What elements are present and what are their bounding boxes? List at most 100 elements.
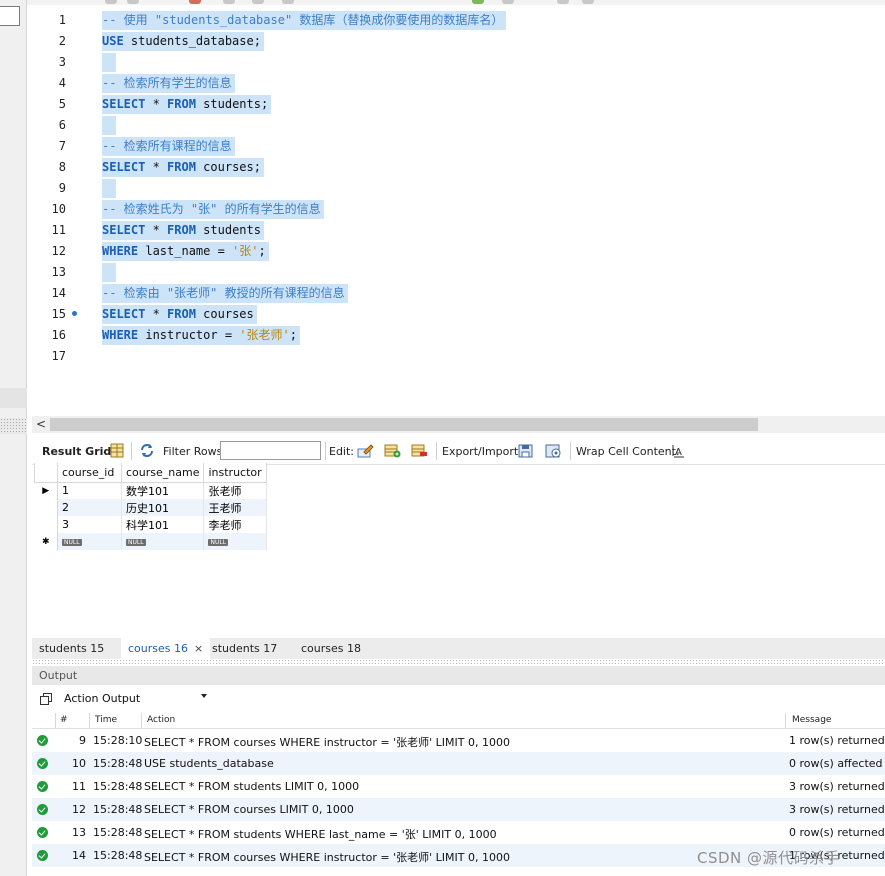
code-token: FROM [167, 307, 196, 321]
grid-cell[interactable]: 科学101 [121, 516, 205, 533]
filter-rows-input[interactable] [220, 441, 321, 460]
line-number: 7 [58, 139, 66, 153]
toolbar-icon[interactable] [252, 0, 264, 4]
null-badge: NULL [208, 538, 229, 546]
line-number: 8 [58, 160, 66, 174]
code-text: SELECT * FROM courses [102, 305, 257, 324]
success-check-icon [37, 781, 48, 792]
grid-cell[interactable]: NULL [121, 533, 205, 550]
code-line[interactable]: 9 [32, 177, 885, 198]
success-check-icon [37, 735, 48, 746]
sidebar-splitter[interactable] [0, 418, 27, 434]
toolbar-icon[interactable] [127, 0, 139, 4]
grid-cell[interactable]: 2 [57, 499, 122, 516]
toolbar-icon[interactable] [223, 0, 235, 4]
header-message[interactable]: Message [792, 715, 831, 725]
delete-row-icon[interactable] [410, 442, 428, 459]
scrollbar-thumb[interactable] [50, 418, 758, 431]
code-token: SELECT [102, 223, 146, 237]
code-line[interactable]: 10 -- 检索姓氏为 "张" 的所有学生的信息 [32, 198, 885, 219]
grid-cell[interactable]: 王老师 [203, 499, 268, 516]
code-token: -- 使用 "students_database" 数据库（替换成你要使用的数据… [102, 13, 504, 27]
column-header-instructor[interactable]: instructor [203, 463, 268, 483]
code-line[interactable]: 4 -- 检索所有学生的信息 [32, 72, 885, 93]
import-icon[interactable] [544, 442, 562, 459]
sidebar-band [0, 388, 27, 408]
output-row[interactable]: 13 15:28:48 SELECT * FROM students WHERE l… [32, 821, 885, 844]
grid-cell[interactable]: 3 [57, 516, 122, 533]
output-message: 0 row(s) affected [789, 757, 883, 770]
output-row[interactable]: 10 15:28:48 USE students_database 0 row(s) … [32, 752, 885, 775]
result-grid-label[interactable]: Result Grid [42, 445, 111, 458]
table-row[interactable]: 3 科学101 李老师 [34, 516, 268, 533]
toolbar-icon[interactable] [502, 0, 514, 4]
toolbar-icon[interactable] [189, 0, 201, 4]
tab-courses-18[interactable]: courses 18 [294, 638, 368, 659]
grid-view-icon[interactable] [108, 442, 126, 459]
toolbar-icon[interactable] [557, 0, 569, 4]
code-line[interactable]: 12 WHERE last_name = '张'; [32, 240, 885, 261]
add-row-icon[interactable] [383, 442, 401, 459]
code-line[interactable]: 16 WHERE instructor = '张老师'; [32, 324, 885, 345]
editor-horizontal-scrollbar[interactable]: < [32, 416, 885, 433]
grid-cell[interactable]: NULL [57, 533, 122, 550]
tab-students-15[interactable]: students 15 [32, 638, 111, 659]
code-line[interactable]: 1 -- 使用 "students_database" 数据库（替换成你要使用的数… [32, 9, 885, 30]
output-time: 15:28:48 [93, 826, 143, 839]
output-action: SELECT * FROM courses LIMIT 0, 1000 [144, 803, 354, 816]
wrap-text-icon[interactable]: A [669, 442, 687, 459]
code-line[interactable]: 14 -- 检索由 "张老师" 教授的所有课程的信息 [32, 282, 885, 303]
grid-cell[interactable]: 1 [57, 482, 122, 499]
success-check-icon [37, 804, 48, 815]
sql-editor[interactable]: 1 -- 使用 "students_database" 数据库（替换成你要使用的数… [32, 5, 885, 415]
code-line[interactable]: 11 SELECT * FROM students [32, 219, 885, 240]
output-panel-header: Output [32, 666, 885, 685]
new-row[interactable]: ✱ NULL NULL NULL [34, 533, 268, 550]
toolbar-icon[interactable] [472, 0, 484, 4]
column-header-course-name[interactable]: course_name [120, 463, 205, 483]
panel-splitter[interactable] [32, 659, 885, 666]
grid-cell[interactable]: NULL [203, 533, 268, 550]
column-header-course-id[interactable]: course_id [57, 463, 122, 483]
code-line[interactable]: 15 SELECT * FROM courses [32, 303, 885, 324]
header-num[interactable]: # [60, 715, 68, 725]
toolbar-icon[interactable] [105, 0, 117, 4]
grid-cell[interactable]: 张老师 [203, 482, 268, 499]
export-icon[interactable] [517, 442, 535, 459]
scroll-left-icon[interactable]: < [36, 417, 46, 431]
toolbar-icon[interactable] [282, 0, 294, 4]
code-line[interactable]: 17 [32, 345, 885, 366]
header-action[interactable]: Action [147, 715, 175, 725]
close-tab-icon[interactable]: × [194, 642, 203, 655]
output-type-select[interactable]: Action Output [59, 689, 210, 708]
code-line[interactable]: 13 [32, 261, 885, 282]
table-row[interactable]: ▶ 1 数学101 张老师 [34, 482, 268, 499]
output-num: 10 [72, 757, 86, 770]
code-text: -- 检索所有学生的信息 [102, 74, 235, 93]
toolbar-icon[interactable] [582, 0, 594, 4]
code-line[interactable]: 2 USE students_database; [32, 30, 885, 51]
result-grid[interactable]: course_id course_name instructor ▶ 1 数学1… [34, 463, 268, 550]
copy-icon[interactable] [40, 693, 52, 705]
edit-row-icon[interactable] [356, 442, 374, 459]
code-text [102, 263, 116, 282]
output-row[interactable]: 9 15:28:10 SELECT * FROM courses WHERE ins… [32, 729, 885, 752]
code-line[interactable]: 8 SELECT * FROM courses; [32, 156, 885, 177]
code-line[interactable]: 5 SELECT * FROM students; [32, 93, 885, 114]
code-line[interactable]: 7 -- 检索所有课程的信息 [32, 135, 885, 156]
code-line[interactable]: 6 [32, 114, 885, 135]
sidebar-input-box[interactable] [0, 6, 20, 26]
code-token: students; [195, 97, 269, 111]
grid-cell[interactable]: 历史101 [121, 499, 205, 516]
output-row[interactable]: 11 15:28:48 SELECT * FROM students LIMIT 0… [32, 775, 885, 798]
output-row[interactable]: 12 15:28:48 SELECT * FROM courses LIMIT 0,… [32, 798, 885, 821]
tab-courses-16[interactable]: courses 16 × [121, 638, 211, 659]
grid-cell[interactable]: 李老师 [203, 516, 268, 533]
table-row[interactable]: 2 历史101 王老师 [34, 499, 268, 516]
header-time[interactable]: Time [95, 715, 117, 725]
tab-students-17[interactable]: students 17 [205, 638, 284, 659]
refresh-icon[interactable] [138, 442, 156, 459]
grid-cell[interactable]: 数学101 [121, 482, 205, 499]
output-action: USE students_database [144, 757, 274, 770]
code-line[interactable]: 3 [32, 51, 885, 72]
